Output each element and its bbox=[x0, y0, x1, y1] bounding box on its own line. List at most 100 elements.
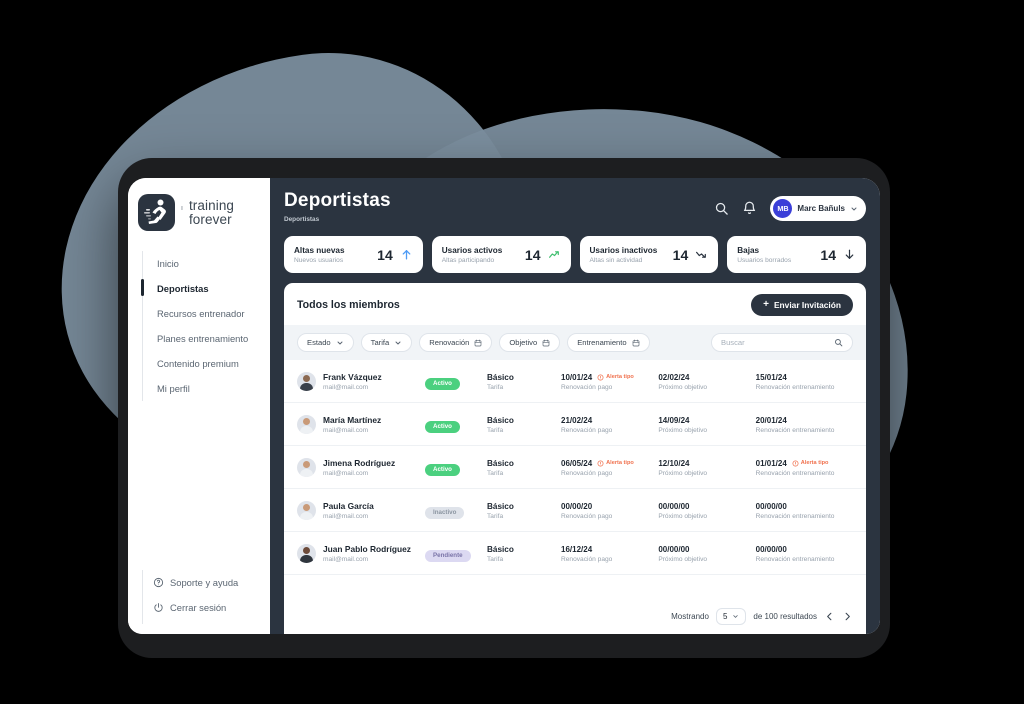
table-row[interactable]: Paula García mail@mail.com Inactivo Bási… bbox=[284, 489, 866, 532]
date-sublabel: Próximo objetivo bbox=[658, 426, 708, 434]
page-title: Deportistas bbox=[284, 190, 391, 211]
sidebar-item-label: Cerrar sesión bbox=[170, 602, 227, 613]
next-goal-cell: 02/02/24 Próximo objetivo bbox=[658, 372, 755, 391]
send-invitation-button[interactable]: + Enviar Invitación bbox=[751, 294, 853, 316]
renewal-payment-cell: 16/12/24 Renovación pago bbox=[561, 544, 658, 563]
date-value: 00/00/00 bbox=[658, 501, 690, 511]
avatar bbox=[297, 543, 316, 563]
sidebar-item-mi-perfil[interactable]: Mi perfil bbox=[143, 376, 270, 401]
status-badge: Activo bbox=[425, 377, 460, 390]
stat-card-altas-nuevas[interactable]: Altas nuevas Nuevos usuarios 14 bbox=[284, 236, 423, 273]
member-cell: Juan Pablo Rodríguez mail@mail.com bbox=[297, 543, 425, 563]
filter-objetivo[interactable]: Objetivo bbox=[499, 333, 561, 352]
search-icon[interactable] bbox=[714, 201, 729, 216]
search-icon[interactable] bbox=[834, 338, 843, 347]
date-line: 20/01/24 bbox=[756, 415, 853, 426]
status-cell: Activo bbox=[425, 415, 487, 433]
sidebar-item-cerrar-sesion[interactable]: Cerrar sesión bbox=[143, 595, 270, 620]
status-badge: Inactivo bbox=[425, 506, 465, 519]
runner-icon bbox=[138, 194, 175, 231]
avatar bbox=[297, 414, 316, 434]
member-cell: María Martínez mail@mail.com bbox=[297, 414, 425, 434]
calendar-icon bbox=[475, 339, 482, 346]
stat-sublabel: Altas sin actividad bbox=[589, 257, 643, 264]
stat-card-bajas[interactable]: Bajas Usuarios borrados 14 bbox=[727, 236, 866, 273]
search-input[interactable] bbox=[721, 338, 834, 347]
date-sublabel: Renovación entrenamiento bbox=[755, 555, 835, 563]
sidebar-item-contenido-premium[interactable]: Contenido premium bbox=[143, 351, 270, 376]
sidebar-item-inicio[interactable]: Inicio bbox=[143, 251, 270, 276]
date-sublabel: Renovación pago bbox=[561, 469, 613, 477]
plan-name: Básico bbox=[487, 415, 514, 425]
date-value: 14/09/24 bbox=[658, 415, 690, 425]
filter-tarifa[interactable]: Tarifa bbox=[360, 333, 413, 352]
member-cell: Paula García mail@mail.com bbox=[297, 500, 425, 520]
page-size-select[interactable]: 5 bbox=[715, 608, 747, 625]
date-sublabel: Renovación entrenamiento bbox=[755, 383, 835, 391]
next-goal-cell: 00/00/00 Próximo objetivo bbox=[658, 501, 755, 520]
stat-text: Altas nuevas Nuevos usuarios bbox=[294, 245, 345, 264]
user-name: Marc Bañuls bbox=[797, 204, 845, 213]
sidebar-nav: Inicio Deportistas Recursos entrenador P… bbox=[141, 251, 270, 401]
member-email: mail@mail.com bbox=[323, 512, 369, 520]
date-sublabel: Próximo objetivo bbox=[658, 555, 708, 563]
table-row[interactable]: Frank Vázquez mail@mail.com Activo Básic… bbox=[284, 360, 866, 403]
member-name: María Martínez bbox=[323, 414, 382, 425]
date-line: 00/00/00 bbox=[756, 544, 853, 555]
plan-cell: Básico Tarifa bbox=[487, 544, 561, 563]
date-sublabel: Renovación entrenamiento bbox=[755, 469, 835, 477]
table-row[interactable]: Jimena Rodríguez mail@mail.com Activo Bá… bbox=[284, 446, 866, 489]
plan-sublabel: Tarifa bbox=[487, 512, 504, 520]
chevron-left-icon[interactable] bbox=[824, 611, 835, 622]
status-badge: Activo bbox=[425, 463, 460, 476]
member-identity: María Martínez mail@mail.com bbox=[323, 415, 381, 434]
member-identity: Juan Pablo Rodríguez mail@mail.com bbox=[323, 544, 411, 563]
user-menu[interactable]: MB Marc Bañuls bbox=[770, 196, 866, 221]
filter-entrenamiento[interactable]: Entrenamiento bbox=[567, 333, 650, 352]
filter-renovacion[interactable]: Renovación bbox=[419, 333, 493, 352]
date-sublabel: Renovación pago bbox=[561, 512, 613, 520]
sidebar-item-deportistas[interactable]: Deportistas bbox=[141, 276, 270, 301]
stat-card-usarios-activos[interactable]: Usarios activos Altas participando 14 bbox=[431, 236, 571, 273]
chevron-right-icon[interactable] bbox=[842, 611, 853, 622]
alert-circle-icon bbox=[792, 460, 799, 466]
stat-value: 14 bbox=[672, 246, 689, 263]
trend-down-icon bbox=[696, 251, 707, 258]
plan-cell: Básico Tarifa bbox=[487, 415, 561, 434]
table-row[interactable]: María Martínez mail@mail.com Activo Bási… bbox=[284, 403, 866, 446]
alert-circle-icon bbox=[597, 374, 604, 380]
search-box[interactable] bbox=[711, 333, 853, 352]
send-invitation-label: Enviar Invitación bbox=[773, 300, 841, 310]
date-line: 00/00/00 bbox=[658, 544, 755, 555]
avatar bbox=[297, 371, 316, 391]
stat-text: Bajas Usuarios borrados bbox=[737, 245, 791, 264]
pagination: Mostrando 5 de 100 resultados bbox=[284, 599, 866, 634]
sidebar-item-label: Soporte y ayuda bbox=[170, 577, 239, 588]
next-goal-cell: 00/00/00 Próximo objetivo bbox=[658, 544, 755, 563]
stat-value-group: 14 bbox=[377, 247, 413, 263]
member-email: mail@mail.com bbox=[323, 383, 369, 391]
alert-badge: Alerta tipo bbox=[792, 458, 828, 469]
sidebar-item-soporte[interactable]: Soporte y ayuda bbox=[143, 570, 270, 595]
table-row[interactable]: Juan Pablo Rodríguez mail@mail.com Pendi… bbox=[284, 532, 866, 575]
member-email: mail@mail.com bbox=[323, 555, 369, 563]
stat-card-usarios-inactivos[interactable]: Usarios inactivos Altas sin actividad 14 bbox=[579, 236, 719, 273]
date-sublabel: Renovación pago bbox=[561, 426, 613, 434]
sidebar: ı training forever Inicio Deportistas Re… bbox=[128, 178, 270, 634]
date-sublabel: Renovación pago bbox=[561, 383, 613, 391]
member-name: Frank Vázquez bbox=[323, 371, 382, 382]
member-name: Jimena Rodríguez bbox=[323, 457, 396, 468]
brand-logo[interactable]: ı training forever bbox=[128, 190, 270, 231]
sidebar-item-planes-entrenamiento[interactable]: Planes entrenamiento bbox=[143, 326, 270, 351]
pagination-suffix: de 100 resultados bbox=[753, 612, 817, 621]
sidebar-footer-nav: Soporte y ayuda Cerrar sesión bbox=[142, 570, 270, 624]
calendar-icon bbox=[632, 339, 639, 346]
sidebar-item-recursos-entrenador[interactable]: Recursos entrenador bbox=[143, 301, 270, 326]
main-content: Deportistas Deportistas MB Marc Bañuls A… bbox=[270, 178, 880, 634]
filter-estado[interactable]: Estado bbox=[297, 333, 354, 352]
alert-label: Alerta tipo bbox=[606, 373, 634, 380]
plan-sublabel: Tarifa bbox=[487, 426, 504, 434]
bell-icon[interactable] bbox=[742, 201, 757, 216]
date-value: 06/05/24 bbox=[561, 458, 593, 468]
